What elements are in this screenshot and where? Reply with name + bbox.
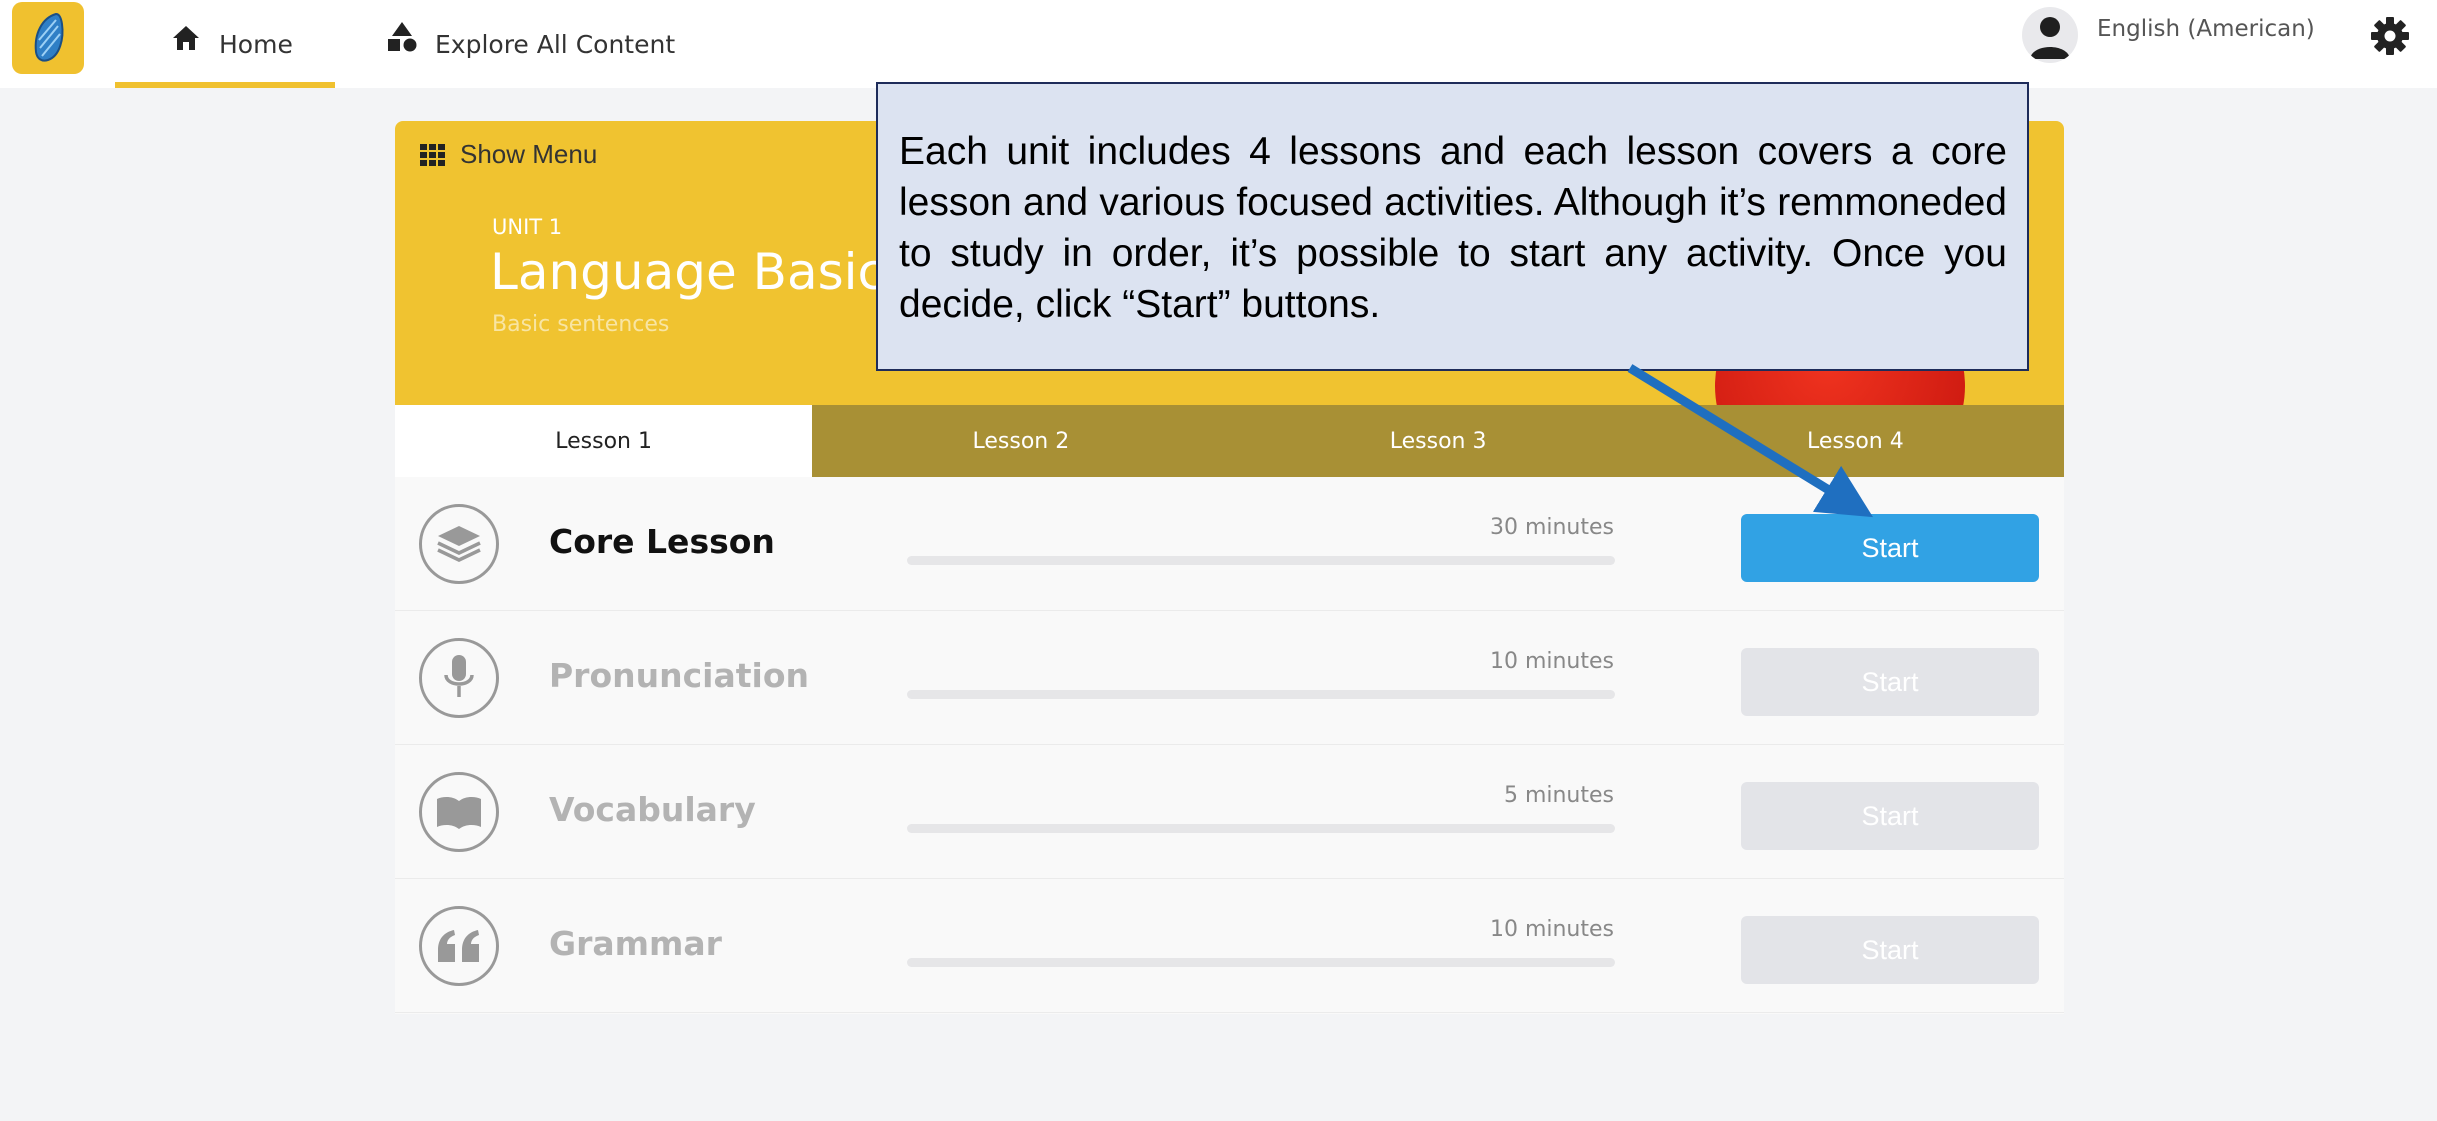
start-core-lesson-button[interactable]: Start [1741,514,2039,582]
tutorial-callout: Each unit includes 4 lessons and each le… [876,82,2029,371]
unit-subtitle: Basic sentences [492,312,670,337]
microphone-icon [419,638,499,718]
activity-name: Pronunciation [549,656,810,695]
show-menu-button[interactable]: Show Menu [420,139,597,170]
progress-bar [907,690,1615,699]
progress-bar [907,556,1615,565]
active-nav-indicator [115,82,335,88]
show-menu-label: Show Menu [460,139,598,169]
tab-lesson-3[interactable]: Lesson 3 [1229,405,1647,477]
tab-lesson-2[interactable]: Lesson 2 [812,405,1230,477]
nav-explore-label: Explore All Content [435,29,676,59]
progress-bar [907,958,1615,967]
activity-duration: 10 minutes [1489,917,1614,942]
activity-duration: 10 minutes [1489,649,1614,674]
grid-icon [420,143,445,166]
activity-name: Vocabulary [549,790,756,829]
user-icon [2030,17,2070,59]
tab-lesson-1[interactable]: Lesson 1 [395,405,813,477]
activity-row-pronunciation: Pronunciation 10 minutes Start [395,611,2064,745]
activity-duration: 5 minutes [1503,783,1614,808]
language-selector[interactable]: English (American) [2097,16,2315,42]
logo-icon [34,12,64,62]
progress-bar [907,824,1615,833]
nav-explore[interactable]: Explore All Content [385,0,675,88]
unit-title: Language Basics [490,243,912,301]
activity-row-core-lesson: Core Lesson 30 minutes Start [395,477,2064,611]
activity-list: Core Lesson 30 minutes Start Pronunciati… [395,477,2064,1013]
lesson-tabs: Lesson 1 Lesson 2 Lesson 3 Lesson 4 [395,405,2064,477]
nav-home[interactable]: Home [115,0,335,88]
tab-lesson-4[interactable]: Lesson 4 [1646,405,2064,477]
gear-icon[interactable] [2370,16,2410,56]
home-icon [173,26,199,50]
start-vocabulary-button[interactable]: Start [1741,782,2039,850]
top-nav: Home Explore All Content English (Americ… [0,0,2437,88]
activity-name: Core Lesson [549,522,775,561]
activity-duration: 30 minutes [1489,515,1614,540]
shapes-icon [388,22,417,52]
activity-row-grammar: Grammar 10 minutes Start [395,879,2064,1013]
book-icon [419,772,499,852]
start-grammar-button[interactable]: Start [1741,916,2039,984]
activity-name: Grammar [549,924,722,963]
start-pronunciation-button[interactable]: Start [1741,648,2039,716]
activity-row-vocabulary: Vocabulary 5 minutes Start [395,745,2064,879]
nav-home-label: Home [219,29,293,59]
app-logo[interactable] [12,2,84,74]
quote-icon [419,906,499,986]
layers-icon [419,504,499,584]
avatar[interactable] [2022,7,2078,63]
unit-label: UNIT 1 [492,215,563,239]
